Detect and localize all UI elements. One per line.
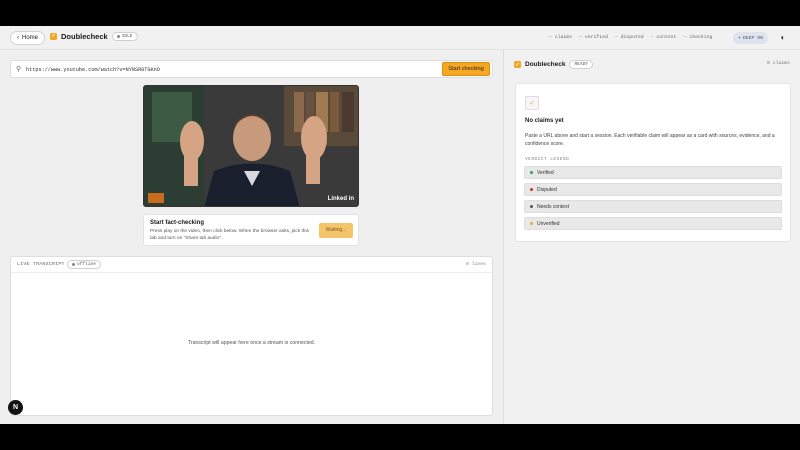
home-button[interactable]: ‹ Home xyxy=(10,31,46,45)
checkmark-icon: ✓ xyxy=(525,96,539,110)
legend-disputed: disputed xyxy=(615,35,644,40)
top-legend: claims verified disputed context checkin… xyxy=(549,35,713,40)
verdict-verified: Verified xyxy=(524,166,782,179)
legend-verified: verified xyxy=(579,35,608,40)
transcript-header: LIVE TRANSCRIPT offline 0 lines xyxy=(11,257,492,273)
app-window: ‹ Home ✓ Doublecheck IDLE claims verifie… xyxy=(0,26,800,424)
claims-panel: ✓ Doublecheck READY 0 claims ✓ No claims… xyxy=(503,50,800,424)
verdict-unverified: Unverified xyxy=(524,217,782,230)
verdict-label: Verified xyxy=(537,169,554,176)
verdict-legend-list: Verified Disputed Needs context Unverifi… xyxy=(524,166,782,234)
panel-brand: ✓ Doublecheck READY xyxy=(514,60,593,69)
video-watermark: Linked in xyxy=(327,196,354,202)
unverified-dot-icon xyxy=(530,222,533,225)
deep-toggle[interactable]: ✦ DEEP ON xyxy=(733,32,769,44)
panel-status-label: READY xyxy=(574,62,588,67)
url-input[interactable] xyxy=(26,64,426,75)
status-badge: IDLE xyxy=(111,32,138,41)
verdict-disputed: Disputed xyxy=(524,183,782,196)
brand-name: Doublecheck xyxy=(61,32,108,41)
verdict-label: Disputed xyxy=(537,186,557,193)
status-dot-icon xyxy=(116,35,120,38)
legend-checking: checking xyxy=(684,35,712,40)
context-dot-icon xyxy=(530,205,533,208)
link-icon: ⚲ xyxy=(16,66,22,73)
no-claims-title: No claims yet xyxy=(525,118,564,124)
transcript-status-label: offline xyxy=(77,262,96,267)
transcript-panel: LIVE TRANSCRIPT offline 0 lines Transcri… xyxy=(10,256,493,416)
bottom-letterbox xyxy=(0,424,800,450)
fact-check-title: Start fact-checking xyxy=(150,220,205,226)
waiting-button[interactable]: Waiting... xyxy=(319,223,353,238)
empty-claims-card: ✓ No claims yet Paste a URL above and st… xyxy=(515,83,791,242)
transcript-empty-text: Transcript will appear here once a strea… xyxy=(187,340,316,346)
top-bar: ‹ Home ✓ Doublecheck IDLE claims verifie… xyxy=(0,26,800,50)
transcript-status-badge: offline xyxy=(67,260,101,269)
home-label: Home xyxy=(22,35,39,41)
chevron-left-icon: ‹ xyxy=(17,35,19,41)
claims-count: 0 claims xyxy=(766,61,790,66)
verdict-label: Unverified xyxy=(537,220,560,227)
status-label: IDLE xyxy=(121,34,133,39)
panel-status-badge: READY xyxy=(569,60,593,69)
verdict-needs-context: Needs context xyxy=(524,200,782,213)
legend-context: context xyxy=(651,35,676,40)
video-frame xyxy=(144,86,358,206)
transcript-line-count: 0 lines xyxy=(465,262,486,267)
offline-dot-icon xyxy=(72,263,75,266)
verdict-label: Needs context xyxy=(537,203,569,210)
panel-brand-name: Doublecheck xyxy=(525,61,566,68)
verdict-legend-title: VERDICT LEGEND xyxy=(525,157,570,162)
url-bar: ⚲ Start checking xyxy=(10,60,493,78)
sparkle-icon: ✦ xyxy=(738,35,741,41)
fact-check-description: Press play on the video, then click belo… xyxy=(150,229,309,241)
fact-check-card: Start fact-checking Press play on the vi… xyxy=(143,214,359,246)
video-player[interactable]: Linked in xyxy=(143,85,359,207)
transcript-title: LIVE TRANSCRIPT xyxy=(17,262,65,267)
check-logo-icon: ✓ xyxy=(50,33,57,40)
start-checking-button[interactable]: Start checking xyxy=(442,62,490,76)
fab-button[interactable]: N xyxy=(8,400,23,415)
deep-label: DEEP ON xyxy=(742,35,764,41)
brand: ✓ Doublecheck IDLE xyxy=(50,32,138,41)
verified-dot-icon xyxy=(530,171,533,174)
channel-badge xyxy=(148,193,164,203)
theme-toggle-icon[interactable]: ◐ xyxy=(778,33,788,43)
disputed-dot-icon xyxy=(530,188,533,191)
check-logo-icon: ✓ xyxy=(514,61,521,68)
legend-claims: claims xyxy=(549,35,572,40)
no-claims-description: Paste a URL above and start a session. E… xyxy=(525,133,775,147)
